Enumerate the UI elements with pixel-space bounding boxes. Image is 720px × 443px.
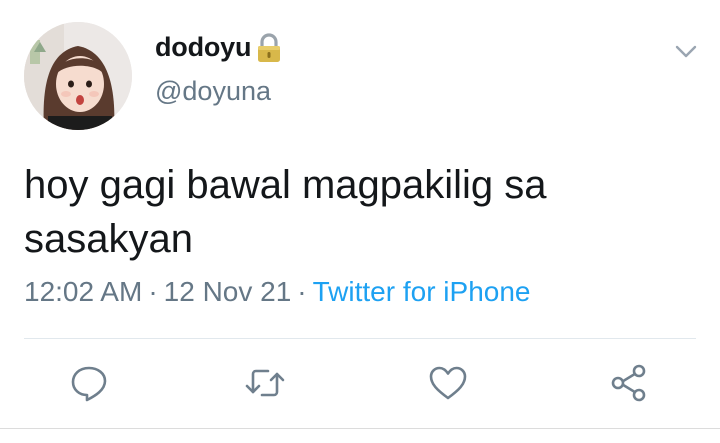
lock-icon — [255, 32, 283, 63]
avatar-image — [24, 22, 132, 130]
meta-separator: · — [297, 276, 307, 307]
user-handle[interactable]: @doyuna — [155, 76, 271, 107]
bottom-divider — [0, 428, 720, 429]
reply-icon — [71, 366, 107, 402]
tweet-text: hoy gagi bawal magpakilig sa sasakyan — [24, 163, 547, 261]
tweet-date: 12 Nov 21 — [163, 276, 292, 307]
share-button[interactable] — [604, 358, 654, 408]
tweet-card: dodoyu @doyuna hoy gagi bawal magpakilig… — [0, 0, 720, 443]
display-name[interactable]: dodoyu — [155, 32, 251, 63]
tweet-source-link[interactable]: Twitter for iPhone — [313, 276, 531, 307]
name-row: dodoyu — [155, 32, 283, 63]
tweet-time: 12:02 AM — [24, 276, 143, 307]
tweet-meta: 12:02 AM · 12 Nov 21 · Twitter for iPhone — [24, 276, 530, 308]
reply-button[interactable] — [64, 358, 114, 408]
retweet-icon — [245, 369, 285, 397]
action-bar — [0, 358, 720, 408]
like-button[interactable] — [423, 358, 473, 408]
avatar[interactable] — [24, 22, 132, 130]
more-options-button[interactable] — [668, 34, 704, 70]
divider — [24, 338, 696, 339]
meta-separator: · — [148, 276, 158, 307]
chevron-down-icon — [675, 45, 697, 58]
share-icon — [611, 364, 646, 402]
retweet-button[interactable] — [240, 358, 290, 408]
like-icon — [429, 366, 467, 400]
